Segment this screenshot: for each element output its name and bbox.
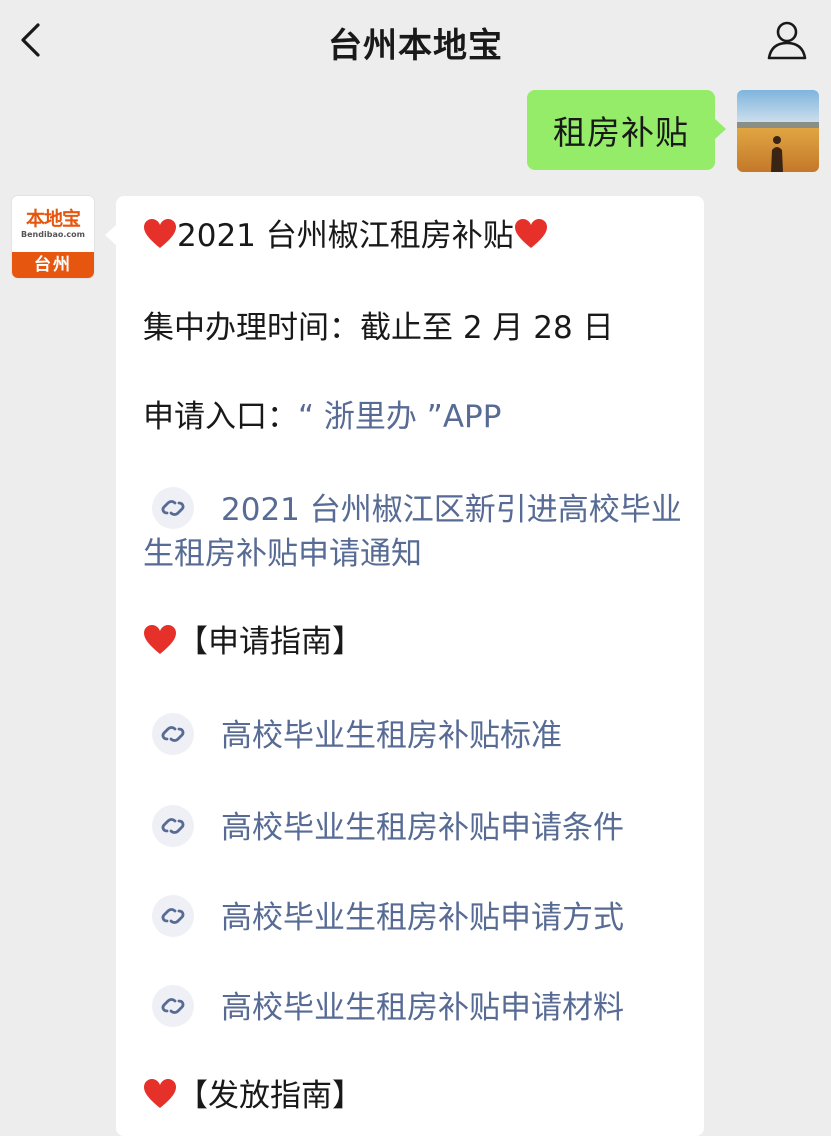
- section-release-line: 【发放指南】: [143, 1074, 363, 1118]
- page-title: 台州本地宝: [328, 26, 503, 66]
- logo-text: 本地宝: [25, 208, 81, 230]
- entry-label: 申请入口：: [143, 399, 298, 435]
- mini-program-link-icon: [152, 487, 194, 529]
- person-icon[interactable]: [765, 18, 809, 62]
- section-apply-line: 【申请指南】: [143, 620, 363, 664]
- deadline-line: 集中办理时间：截止至 2 月 28 日: [143, 306, 614, 350]
- mini-program-link-icon: [152, 985, 194, 1027]
- logo-subtext: Bendibao.com: [21, 230, 85, 239]
- guide-link-4[interactable]: 高校毕业生租房补贴申请材料: [143, 984, 624, 1030]
- entry-line: 申请入口：“ 浙里办 ”APP: [143, 395, 501, 439]
- guide-link-3[interactable]: 高校毕业生租房补贴申请方式: [143, 894, 624, 940]
- heart-icon: [514, 219, 547, 248]
- mini-program-link-icon: [152, 895, 194, 937]
- guide-link-text: 高校毕业生租房补贴标准: [221, 718, 562, 754]
- incoming-message-bubble: 2021 台州椒江租房补贴 集中办理时间：截止至 2 月 28 日 申请入口：“…: [105, 196, 704, 1136]
- mini-program-link-icon: [152, 805, 194, 847]
- notice-link-text: 2021 台州椒江区新引进高校毕业生租房补贴申请通知: [143, 492, 682, 572]
- heart-icon: [144, 625, 176, 654]
- heart-icon: [144, 219, 176, 248]
- section-release-heading: 【发放指南】: [177, 1078, 363, 1114]
- user-avatar-image: [737, 90, 819, 172]
- guide-link-1[interactable]: 高校毕业生租房补贴标准: [143, 712, 562, 758]
- heart-icon: [144, 1079, 176, 1108]
- message-title-line: 2021 台州椒江租房补贴: [143, 214, 548, 258]
- message-title: 2021 台州椒江租房补贴: [177, 218, 514, 254]
- user-avatar[interactable]: [737, 90, 819, 172]
- bot-avatar[interactable]: 本地宝 Bendibao.com 台州: [12, 196, 94, 278]
- guide-link-text: 高校毕业生租房补贴申请条件: [221, 810, 624, 846]
- deadline-label: 集中办理时间：: [143, 310, 360, 346]
- guide-link-text: 高校毕业生租房补贴申请材料: [221, 990, 624, 1026]
- bot-logo: 本地宝 Bendibao.com: [12, 196, 94, 252]
- entry-app-link[interactable]: “ 浙里办 ”APP: [298, 399, 501, 435]
- section-apply-heading: 【申请指南】: [177, 624, 363, 660]
- guide-link-text: 高校毕业生租房补贴申请方式: [221, 900, 624, 936]
- deadline-value: 截止至 2 月 28 日: [360, 310, 614, 346]
- outgoing-message-bubble[interactable]: 租房补贴: [527, 90, 726, 170]
- guide-link-2[interactable]: 高校毕业生租房补贴申请条件: [143, 804, 624, 850]
- outgoing-message-text: 租房补贴: [553, 113, 689, 152]
- notice-link[interactable]: 2021 台州椒江区新引进高校毕业生租房补贴申请通知: [143, 486, 691, 576]
- logo-city: 台州: [12, 252, 94, 278]
- mini-program-link-icon: [152, 713, 194, 755]
- top-bar: 台州本地宝: [0, 0, 831, 84]
